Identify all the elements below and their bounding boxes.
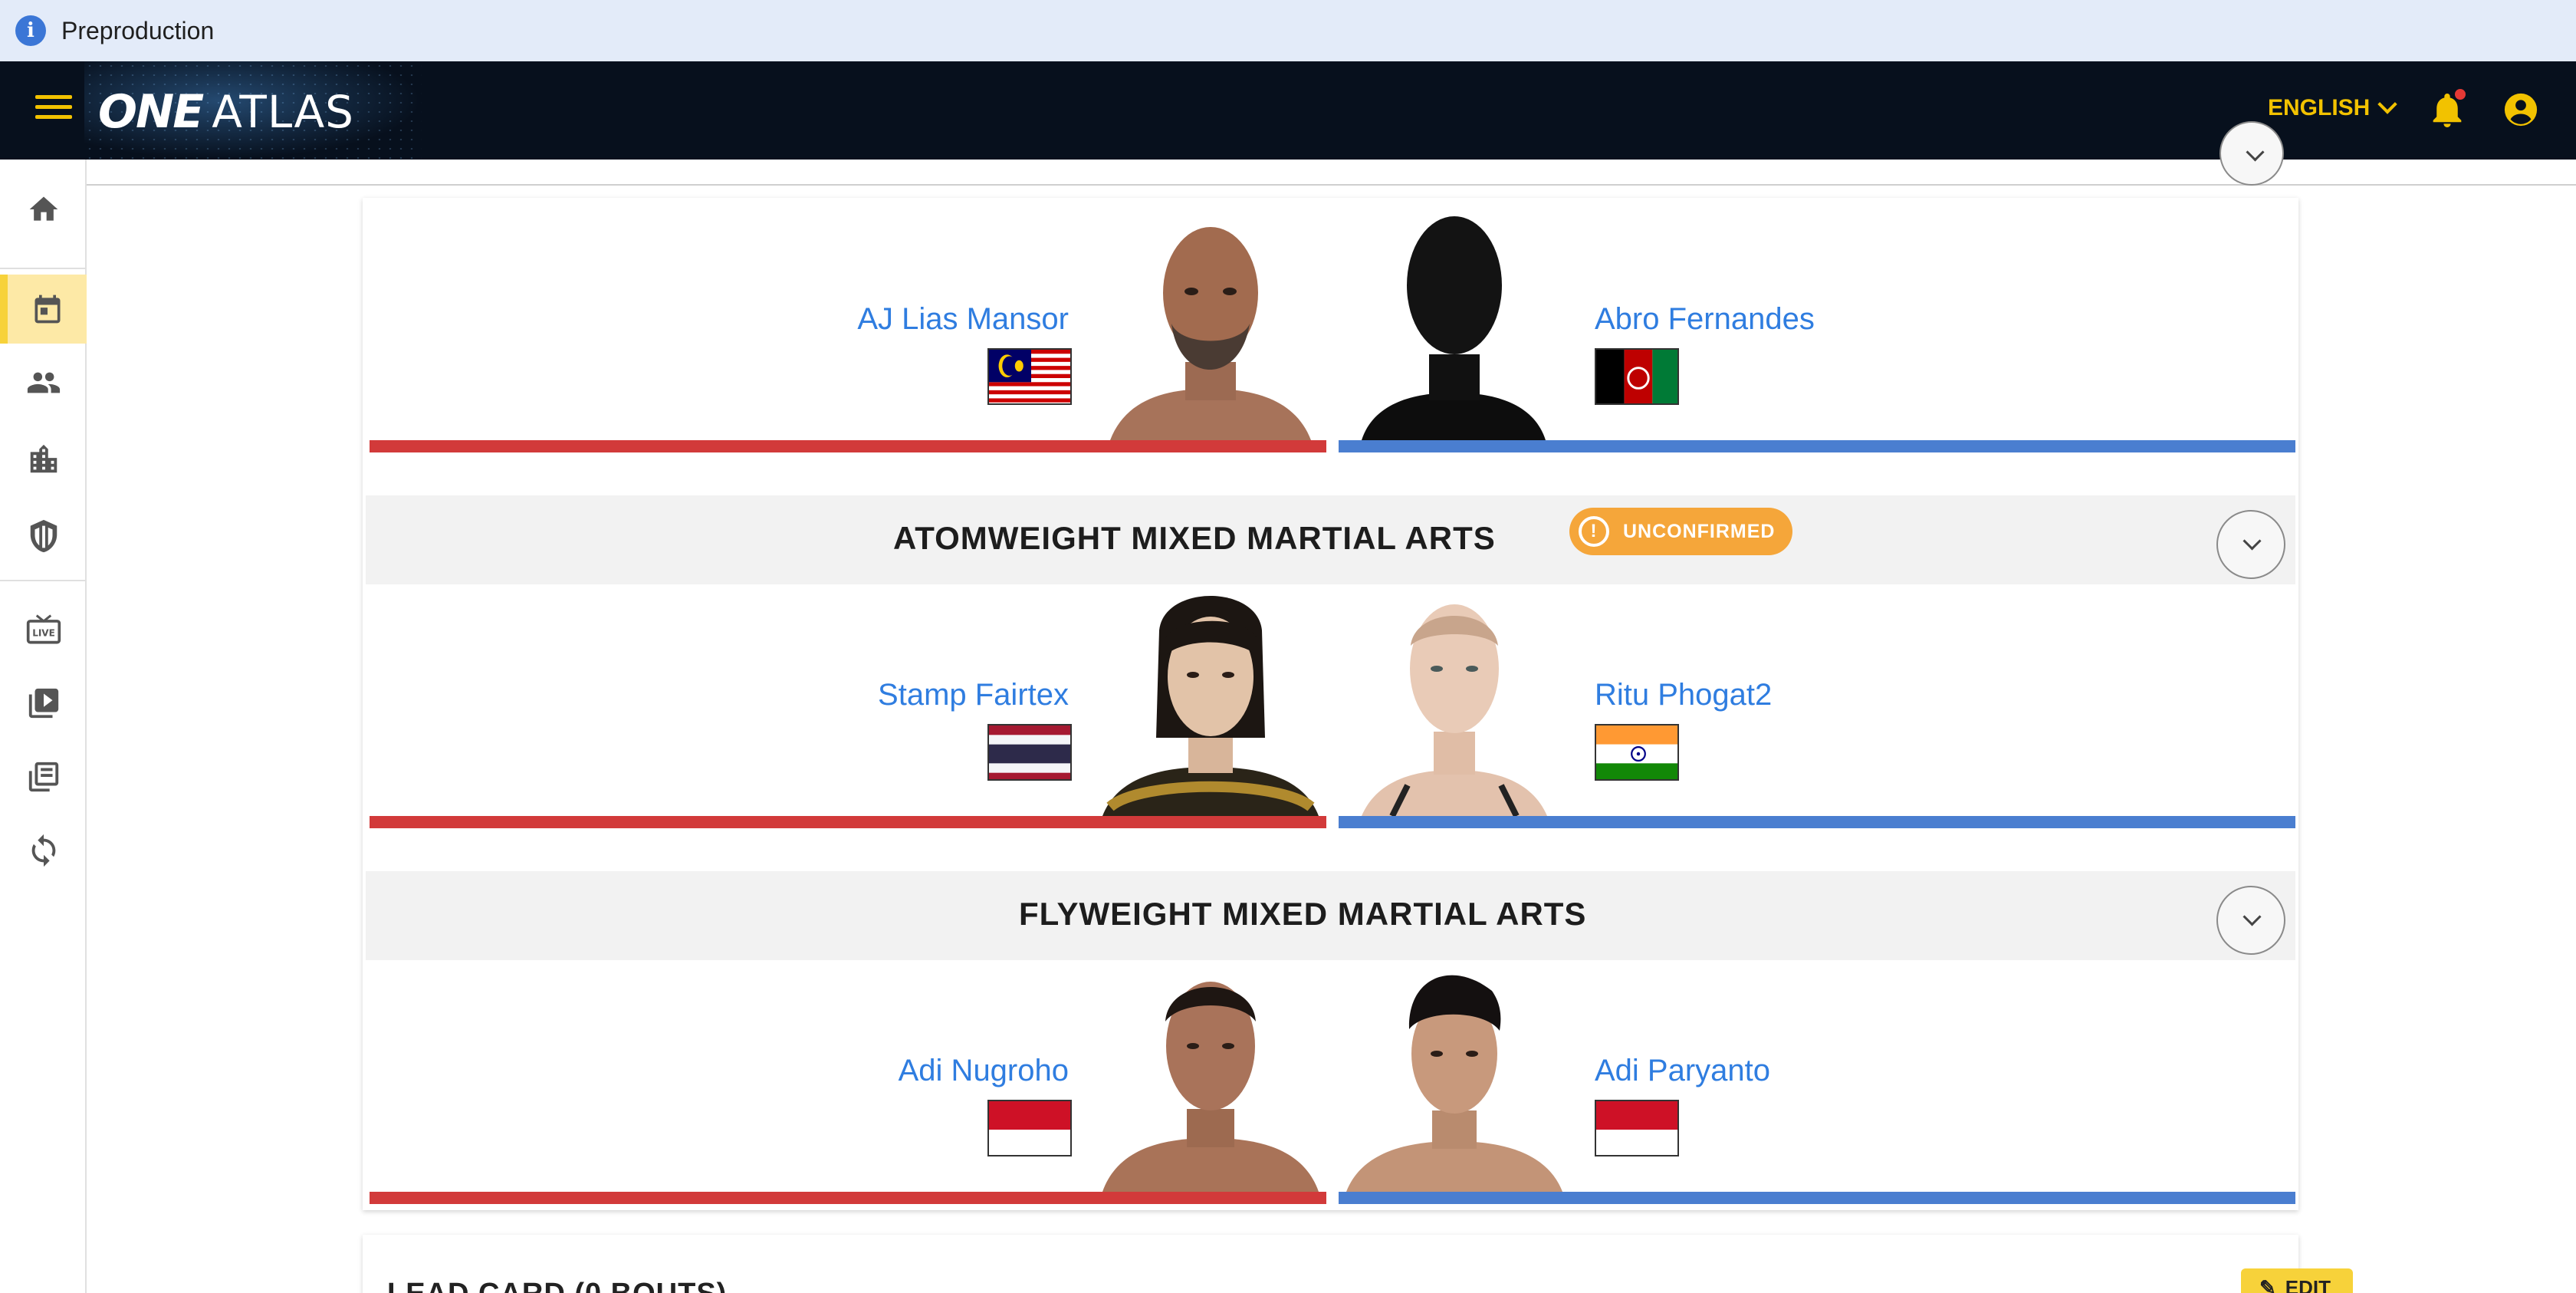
app-logo[interactable]: ONE ATLAS	[98, 84, 354, 139]
live-tv-icon: LIVE	[26, 614, 61, 644]
fighter-name[interactable]: Adi Paryanto	[1595, 1054, 1770, 1088]
bout-header: FLYWEIGHT MIXED MARTIAL ARTS	[366, 871, 2295, 960]
menu-icon[interactable]	[35, 95, 72, 126]
sidebar-item-sync[interactable]	[0, 816, 87, 885]
expand-bout-button[interactable]	[2216, 510, 2285, 579]
shield-icon	[30, 519, 57, 553]
fighter-photo	[1095, 584, 1326, 816]
logo-atlas-text: ATLAS	[212, 86, 354, 138]
fighter-card-red[interactable]: AJ Lias Mansor	[370, 209, 1326, 452]
sidebar-item-home[interactable]	[0, 175, 87, 244]
home-icon	[29, 196, 58, 221]
top-app-bar: ONE ATLAS ENGLISH	[0, 61, 2576, 160]
fighter-card-blue[interactable]: Abro Fernandes	[1339, 209, 2295, 452]
bout-header: ATOMWEIGHT MIXED MARTIAL ARTS ! UNCONFIR…	[366, 495, 2295, 584]
svg-text:LIVE: LIVE	[32, 627, 55, 638]
fighter-name[interactable]: Stamp Fairtex	[878, 678, 1069, 712]
chevron-down-icon	[2377, 94, 2398, 114]
nav-divider	[0, 268, 87, 269]
people-icon	[27, 372, 60, 393]
info-icon: i	[15, 15, 46, 46]
flag-afghanistan-icon	[1595, 348, 1679, 405]
lead-card-title: LEAD CARD (0 BOUTS)	[387, 1278, 727, 1293]
fighter-card-blue[interactable]: Adi Paryanto	[1339, 960, 2295, 1204]
expand-previous-bout-button[interactable]	[2220, 121, 2284, 186]
edit-button-label: EDIT	[2285, 1275, 2331, 1293]
section-divider	[87, 184, 2576, 186]
fighter-name[interactable]: Adi Nugroho	[899, 1054, 1069, 1088]
edit-button[interactable]: ✎ EDIT	[2241, 1268, 2353, 1293]
language-label: ENGLISH	[2268, 95, 2371, 120]
fighter-card-blue[interactable]: Ritu Phogat2	[1339, 584, 2295, 828]
fighter-photo-placeholder	[1339, 209, 1570, 440]
sync-icon	[31, 834, 55, 867]
flag-indonesia-icon	[987, 1100, 1072, 1156]
flag-malaysia-icon	[987, 348, 1072, 405]
status-badge-label: UNCONFIRMED	[1623, 520, 1776, 542]
city-icon	[30, 444, 57, 473]
pencil-icon: ✎	[2259, 1275, 2276, 1293]
calendar-icon	[34, 294, 60, 324]
fighter-name[interactable]: Abro Fernandes	[1595, 302, 1815, 337]
flag-thailand-icon	[987, 724, 1072, 781]
flag-india-icon	[1595, 724, 1679, 781]
red-corner-bar	[370, 1192, 1326, 1204]
blue-corner-bar	[1339, 816, 2295, 828]
fighter-name[interactable]: AJ Lias Mansor	[857, 302, 1069, 337]
account-circle-icon	[2504, 93, 2538, 127]
main-content: AJ Lias Mansor Abro Fernandes ATOMWEIGHT…	[87, 121, 2576, 1293]
logo-one-text: ONE	[98, 85, 204, 139]
notification-dot	[2455, 89, 2466, 100]
side-navigation: LIVE	[0, 160, 87, 1293]
sidebar-item-gyms[interactable]	[0, 502, 87, 571]
red-corner-bar	[370, 440, 1326, 452]
bout-title: ATOMWEIGHT MIXED MARTIAL ARTS	[893, 520, 1496, 556]
sidebar-item-venues[interactable]	[0, 425, 87, 494]
environment-label: Preproduction	[61, 16, 215, 44]
notifications-button[interactable]	[2430, 89, 2466, 129]
account-button[interactable]	[2503, 92, 2538, 127]
blue-corner-bar	[1339, 440, 2295, 452]
flag-indonesia-icon	[1595, 1100, 1679, 1156]
red-corner-bar	[370, 816, 1326, 828]
bout-title: FLYWEIGHT MIXED MARTIAL ARTS	[1019, 896, 1587, 932]
video-library-icon	[28, 688, 58, 719]
language-selector[interactable]: ENGLISH	[2268, 94, 2398, 121]
alert-circle-icon: !	[1579, 516, 1609, 547]
sidebar-item-athletes[interactable]	[0, 348, 87, 417]
blue-corner-bar	[1339, 1192, 2295, 1204]
sidebar-item-events[interactable]	[0, 275, 87, 344]
environment-banner: i Preproduction	[0, 0, 2576, 61]
fighter-photo	[1339, 960, 1570, 1192]
nav-divider	[0, 580, 87, 581]
fighter-photo	[1095, 960, 1326, 1192]
fighter-name[interactable]: Ritu Phogat2	[1595, 678, 1772, 712]
gallery-icon	[28, 762, 58, 792]
expand-bout-button[interactable]	[2216, 886, 2285, 955]
fighter-card-red[interactable]: Adi Nugroho	[370, 960, 1326, 1204]
sidebar-item-live[interactable]: LIVE	[0, 595, 87, 664]
lead-card-panel: LEAD CARD (0 BOUTS) ✎ EDIT	[363, 1235, 2353, 1293]
status-badge: ! UNCONFIRMED	[1569, 508, 1792, 555]
fighter-photo	[1339, 584, 1570, 816]
fighter-card-red[interactable]: Stamp Fairtex	[370, 584, 1326, 828]
sidebar-item-videos[interactable]	[0, 669, 87, 738]
sidebar-item-galleries[interactable]	[0, 742, 87, 811]
fighter-photo	[1095, 209, 1326, 440]
